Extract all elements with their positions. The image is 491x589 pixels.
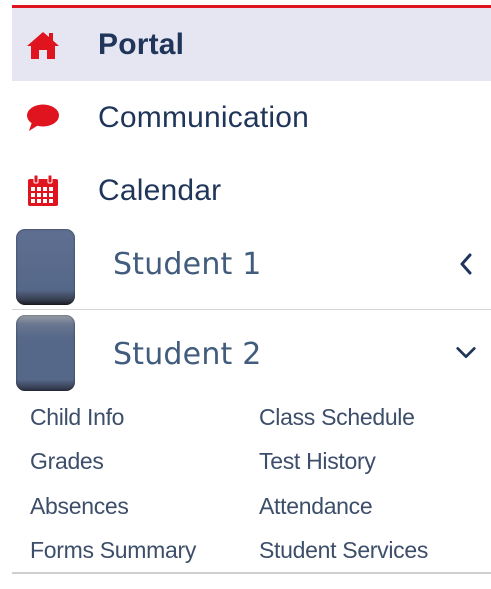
submenu-link-test-history[interactable]: Test History — [259, 448, 376, 475]
nav-item-label: Communication — [98, 100, 310, 134]
nav-item-calendar[interactable]: Calendar — [12, 154, 491, 227]
student-name: Student 1 — [113, 247, 262, 282]
submenu-link-absences[interactable]: Absences — [30, 493, 129, 520]
home-icon — [25, 27, 61, 63]
submenu-link-forms-summary[interactable]: Forms Summary — [30, 537, 196, 564]
calendar-icon — [25, 173, 61, 209]
student-submenu: Child Info Grades Absences Forms Summary… — [12, 396, 491, 574]
avatar — [16, 229, 75, 305]
nav-item-portal[interactable]: Portal — [12, 8, 491, 81]
nav-item-label: Portal — [98, 27, 185, 61]
student-item-2[interactable]: Student 2 — [12, 310, 491, 396]
submenu-link-student-services[interactable]: Student Services — [259, 537, 428, 564]
chevron-left-icon[interactable] — [455, 253, 477, 275]
submenu-link-class-schedule[interactable]: Class Schedule — [259, 404, 415, 431]
submenu-link-child-info[interactable]: Child Info — [30, 404, 124, 431]
speech-bubble-icon — [25, 100, 61, 136]
submenu-link-grades[interactable]: Grades — [30, 448, 104, 475]
nav-item-communication[interactable]: Communication — [12, 81, 491, 154]
sidebar-navigation: Portal Communication Calendar Student 1 … — [0, 0, 491, 589]
nav-list: Portal Communication Calendar Student 1 … — [12, 8, 491, 574]
chevron-down-icon[interactable] — [455, 342, 477, 364]
student-item-1[interactable]: Student 1 — [12, 227, 491, 310]
submenu-link-attendance[interactable]: Attendance — [259, 493, 373, 520]
student-name: Student 2 — [113, 337, 262, 372]
nav-item-label: Calendar — [98, 173, 222, 207]
avatar — [16, 315, 75, 391]
